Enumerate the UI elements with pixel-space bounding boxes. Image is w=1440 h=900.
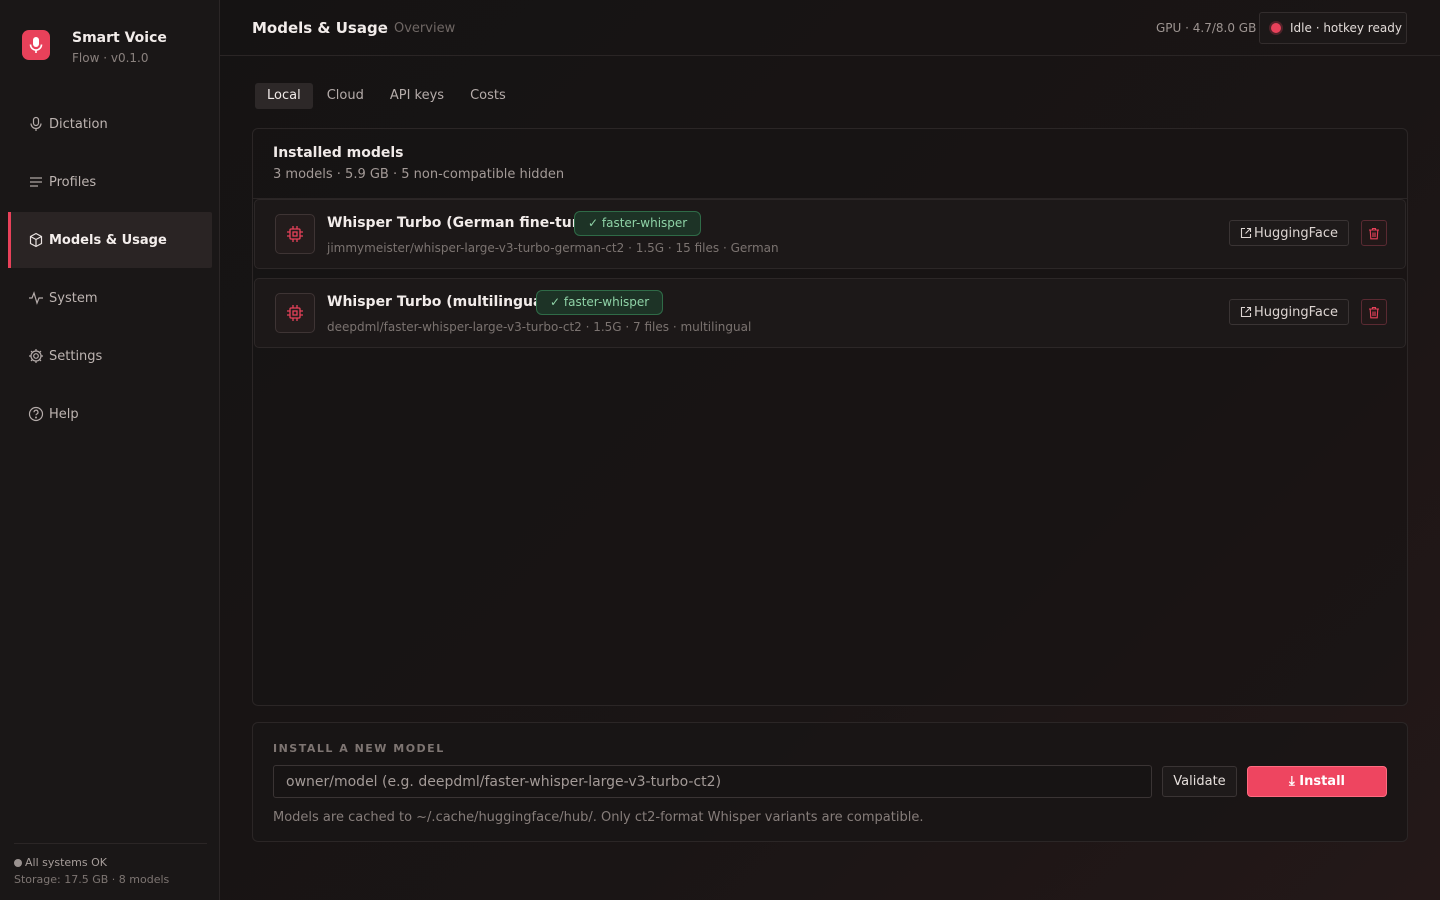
model-row: Whisper Turbo (multilingual) ✓ faster-wh… <box>254 278 1406 348</box>
delete-model-button[interactable] <box>1361 299 1387 325</box>
sidebar-item-help[interactable]: Help <box>8 386 212 442</box>
system-status: All systems OK <box>14 856 207 869</box>
sidebar-nav: Dictation Profiles Models & Usage System <box>8 96 212 444</box>
breadcrumb[interactable]: Overview <box>394 21 455 36</box>
sidebar-item-models-usage[interactable]: Models & Usage <box>8 212 212 268</box>
trash-icon <box>1369 306 1379 318</box>
sidebar-item-label: Profiles <box>49 174 97 190</box>
installed-models-summary: 3 models · 5.9 GB · 5 non-compatible hid… <box>273 167 565 182</box>
tab-cloud[interactable]: Cloud <box>315 83 376 109</box>
status-badge[interactable]: Idle · hotkey ready <box>1259 12 1407 44</box>
gpu-usage: GPU · 4.7/8.0 GB <box>1156 21 1257 35</box>
activity-icon <box>29 291 43 305</box>
app-title: Smart Voice <box>72 30 167 46</box>
chip-icon <box>275 214 315 254</box>
sidebar-item-label: Dictation <box>49 116 108 132</box>
engine-badge: ✓ faster-whisper <box>536 290 664 315</box>
sidebar-item-label: System <box>49 290 98 306</box>
external-link-icon <box>1240 227 1252 239</box>
sidebar-item-label: Settings <box>49 348 103 364</box>
installed-models-card: Installed models 3 models · 5.9 GB · 5 n… <box>252 128 1408 706</box>
list-icon <box>30 177 42 187</box>
sidebar-item-settings[interactable]: Settings <box>8 328 212 384</box>
mic-logo-icon <box>22 30 50 60</box>
top-header: Models & Usage · Overview GPU · 4.7/8.0 … <box>220 0 1440 56</box>
page-title: Models & Usage <box>252 19 388 37</box>
gear-icon <box>29 349 43 363</box>
sidebar-item-system[interactable]: System <box>8 270 212 326</box>
model-name: Whisper Turbo (multilingual) <box>327 294 554 310</box>
huggingface-link-button[interactable]: HuggingFace <box>1229 299 1349 325</box>
model-meta: deepdml/faster-whisper-large-v3-turbo-ct… <box>327 320 752 334</box>
model-meta: jimmymeister/whisper-large-v3-turbo-germ… <box>327 241 779 255</box>
sidebar-item-label: Models & Usage <box>49 232 167 248</box>
external-link-icon <box>1240 306 1252 318</box>
sidebar: Smart Voice Flow · v0.1.0 Dictation Prof… <box>0 0 220 900</box>
recording-dot-icon <box>1271 23 1281 33</box>
sidebar-item-dictation[interactable]: Dictation <box>8 96 212 152</box>
tab-costs[interactable]: Costs <box>458 83 518 109</box>
mic-icon <box>30 116 42 131</box>
engine-badge: ✓ faster-whisper <box>574 211 702 236</box>
sidebar-item-label: Help <box>49 406 79 422</box>
install-section-title: INSTALL A NEW MODEL <box>273 742 445 755</box>
tab-local[interactable]: Local <box>255 83 313 109</box>
huggingface-label: HuggingFace <box>1253 304 1339 320</box>
tab-api-keys[interactable]: API keys <box>378 83 456 109</box>
model-name: Whisper Turbo (German fine-tune) <box>327 215 598 231</box>
installed-models-header: Installed models 3 models · 5.9 GB · 5 n… <box>253 129 1407 199</box>
sidebar-item-profiles[interactable]: Profiles <box>8 154 212 210</box>
delete-model-button[interactable] <box>1361 220 1387 246</box>
main-content: Models & Usage · Overview GPU · 4.7/8.0 … <box>220 0 1440 900</box>
tab-bar: Local Cloud API keys Costs <box>255 83 520 109</box>
model-row: Whisper Turbo (German fine-tune) ✓ faste… <box>254 199 1406 269</box>
system-status-text: All systems OK <box>25 856 108 869</box>
installed-models-title: Installed models <box>273 145 404 161</box>
install-button[interactable]: ⤓ Install <box>1247 766 1387 797</box>
huggingface-label: HuggingFace <box>1253 225 1339 241</box>
chip-icon <box>275 293 315 333</box>
validate-button[interactable]: Validate <box>1162 766 1237 797</box>
huggingface-link-button[interactable]: HuggingFace <box>1229 220 1349 246</box>
app-version: Flow · v0.1.0 <box>72 51 149 65</box>
model-id-input[interactable] <box>273 765 1152 798</box>
storage-info: Storage: 17.5 GB · 8 models <box>14 873 170 886</box>
breadcrumb-separator: · <box>379 21 383 34</box>
status-text: Idle · hotkey ready <box>1290 21 1402 35</box>
install-note: Models are cached to ~/.cache/huggingfac… <box>273 810 924 825</box>
install-model-card: INSTALL A NEW MODEL Validate ⤓ Install M… <box>252 722 1408 842</box>
status-dot-icon <box>14 858 22 867</box>
cube-icon <box>29 232 43 248</box>
sidebar-footer: All systems OK Storage: 17.5 GB · 8 mode… <box>14 843 207 886</box>
brand: Smart Voice Flow · v0.1.0 <box>22 30 167 65</box>
help-icon <box>28 406 44 422</box>
trash-icon <box>1369 227 1379 239</box>
